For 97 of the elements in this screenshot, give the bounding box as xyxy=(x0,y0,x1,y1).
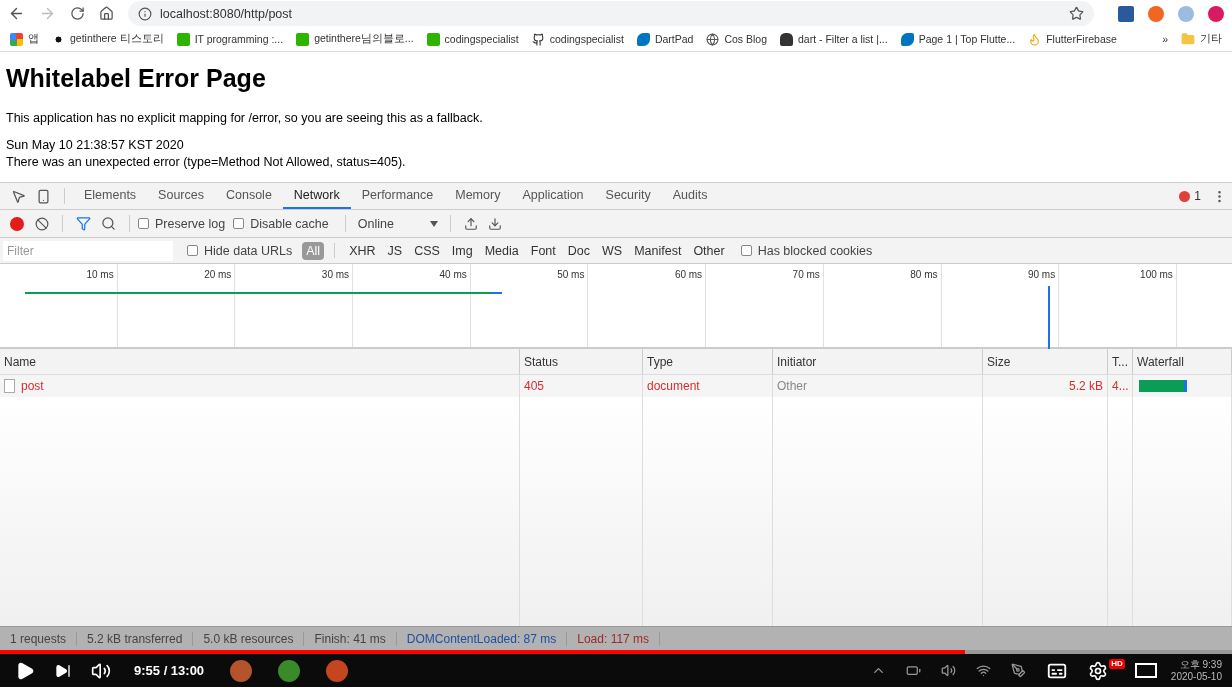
bookmark-item[interactable]: DartPad xyxy=(636,32,694,46)
clock-date: 2020-05-10 xyxy=(1170,670,1222,683)
type-filter[interactable]: Doc xyxy=(563,241,594,260)
type-filter[interactable]: Other xyxy=(689,241,729,260)
github-icon xyxy=(531,32,545,46)
blog-logo-icon xyxy=(426,32,440,46)
column-header[interactable]: Status xyxy=(520,349,643,374)
more-bookmarks[interactable]: » xyxy=(1162,33,1168,45)
bookmark-item[interactable]: getinthere 티스토리 xyxy=(52,32,164,46)
type-filter[interactable]: Manifest xyxy=(630,241,686,260)
bookmark-item[interactable]: IT programming :... xyxy=(176,32,284,46)
address-bar[interactable]: localhost:8080/http/post xyxy=(128,1,1094,26)
bookmark-item[interactable]: codingspecialist xyxy=(426,32,519,46)
video-time: 9:55 / 13:00 xyxy=(134,663,205,678)
figure-icon xyxy=(780,32,793,46)
bookmark-folder[interactable]: 기타 xyxy=(1181,32,1222,46)
extension-icon[interactable] xyxy=(1118,5,1134,22)
status-text: 5.2 kB transferred xyxy=(77,631,194,646)
apps-grid-icon xyxy=(10,32,23,46)
type-filter[interactable]: Font xyxy=(526,241,560,260)
status-text: Load: 117 ms xyxy=(567,631,661,646)
type-filter[interactable]: CSS xyxy=(410,241,444,260)
extension-icon[interactable] xyxy=(1148,5,1164,22)
checkbox[interactable]: Disable cache xyxy=(233,216,329,231)
devtools-tab[interactable]: Sources xyxy=(147,183,215,209)
timeline-tick: 10 ms xyxy=(85,268,115,280)
bookmark-item[interactable]: Page 1 | Top Flutte... xyxy=(900,32,1016,46)
status-text: 1 requests xyxy=(0,631,78,646)
checkbox[interactable]: Hide data URLs xyxy=(187,243,293,258)
column-header[interactable]: T... xyxy=(1108,349,1133,374)
error-date: Sun May 10 21:38:57 KST 2020 xyxy=(6,137,185,154)
devtools-tab[interactable]: Elements xyxy=(73,183,148,209)
back-icon[interactable] xyxy=(8,5,25,22)
globe-icon xyxy=(706,32,720,46)
timeline-tick: 80 ms xyxy=(909,268,939,280)
type-filter[interactable]: WS xyxy=(598,241,627,260)
page-title: Whitelabel Error Page xyxy=(6,64,267,93)
filter-field[interactable]: Filter xyxy=(3,240,173,261)
blog-logo-icon xyxy=(176,32,190,46)
status-text: DOMContentLoaded: 87 ms xyxy=(396,631,568,646)
type-filter[interactable]: JS xyxy=(383,241,407,260)
timeline-tick: 100 ms xyxy=(1139,268,1174,280)
flame-icon xyxy=(1028,32,1042,46)
dart-logo-icon xyxy=(636,32,650,46)
bookmark-item[interactable]: dart - Filter a list |... xyxy=(780,32,888,46)
profile-avatar[interactable] xyxy=(1208,5,1224,22)
timeline-tick: 20 ms xyxy=(203,268,233,280)
devtools-tab[interactable]: Memory xyxy=(444,183,512,209)
type-filter[interactable]: Media xyxy=(480,241,523,260)
bookmark-item[interactable]: getinthere님의블로... xyxy=(296,32,414,46)
app-icon[interactable] xyxy=(326,659,349,682)
app-icon[interactable] xyxy=(230,659,253,682)
status-text: 5.0 kB resources xyxy=(193,631,305,646)
bookmark-item[interactable]: codingspecialist xyxy=(531,32,624,46)
column-header[interactable]: Size xyxy=(983,349,1108,374)
timeline-tick: 30 ms xyxy=(320,268,351,280)
bookmark-star-icon[interactable] xyxy=(1069,6,1084,21)
miniplayer-icon[interactable] xyxy=(1134,663,1157,678)
devtools-tab[interactable]: Console xyxy=(214,183,283,209)
clock-time: 오후 9:39 xyxy=(1179,658,1222,671)
column-header[interactable]: Waterfall xyxy=(1133,349,1232,374)
app-icon[interactable] xyxy=(278,659,301,682)
blog-logo-icon xyxy=(296,32,310,46)
hd-badge: HD xyxy=(1109,659,1125,669)
error-detail: There was an unexpected error (type=Method Not Allowed, status=405). xyxy=(6,154,407,171)
column-header[interactable]: Type xyxy=(643,349,773,374)
bookmark-item[interactable]: FlutterFirebase xyxy=(1028,32,1117,46)
type-filter[interactable]: Img xyxy=(447,241,477,260)
timeline-tick: 60 ms xyxy=(673,268,704,280)
devtools-tab[interactable]: Audits xyxy=(661,183,719,209)
timeline-tick: 90 ms xyxy=(1026,268,1057,280)
devtools-tab[interactable]: Application xyxy=(511,183,595,209)
status-text: Finish: 41 ms xyxy=(304,631,397,646)
throttling-select[interactable]: Online xyxy=(353,216,442,231)
devtools-tab[interactable]: Performance xyxy=(350,183,445,209)
timeline-tick: 70 ms xyxy=(791,268,821,280)
file-icon xyxy=(4,379,15,393)
record-button[interactable] xyxy=(10,216,24,231)
checkbox[interactable]: Has blocked cookies xyxy=(740,243,873,258)
reload-icon[interactable] xyxy=(70,6,85,21)
error-message: This application has no explicit mapping for /error, so you are seeing this as a fallback. xyxy=(6,111,484,125)
dart-logo-icon xyxy=(900,32,914,46)
column-header[interactable]: Initiator xyxy=(773,349,983,374)
devtools-tab[interactable]: Security xyxy=(594,183,662,209)
error-count[interactable]: 1 xyxy=(1179,183,1207,209)
bookmark-item[interactable]: Cos Blog xyxy=(706,32,767,46)
info-icon xyxy=(138,6,152,21)
folder-icon xyxy=(1181,32,1195,46)
timeline-tick: 40 ms xyxy=(438,268,468,280)
bookmark-item[interactable]: 앱 xyxy=(10,32,39,46)
timeline-tick: 50 ms xyxy=(556,268,586,280)
waterfall-bar xyxy=(1139,380,1187,392)
load-event-marker xyxy=(1048,286,1050,349)
column-header[interactable]: Name xyxy=(0,349,520,374)
home-icon[interactable] xyxy=(99,6,114,21)
checkbox[interactable]: Preserve log xyxy=(138,216,226,231)
type-filter[interactable]: XHR xyxy=(345,241,380,260)
